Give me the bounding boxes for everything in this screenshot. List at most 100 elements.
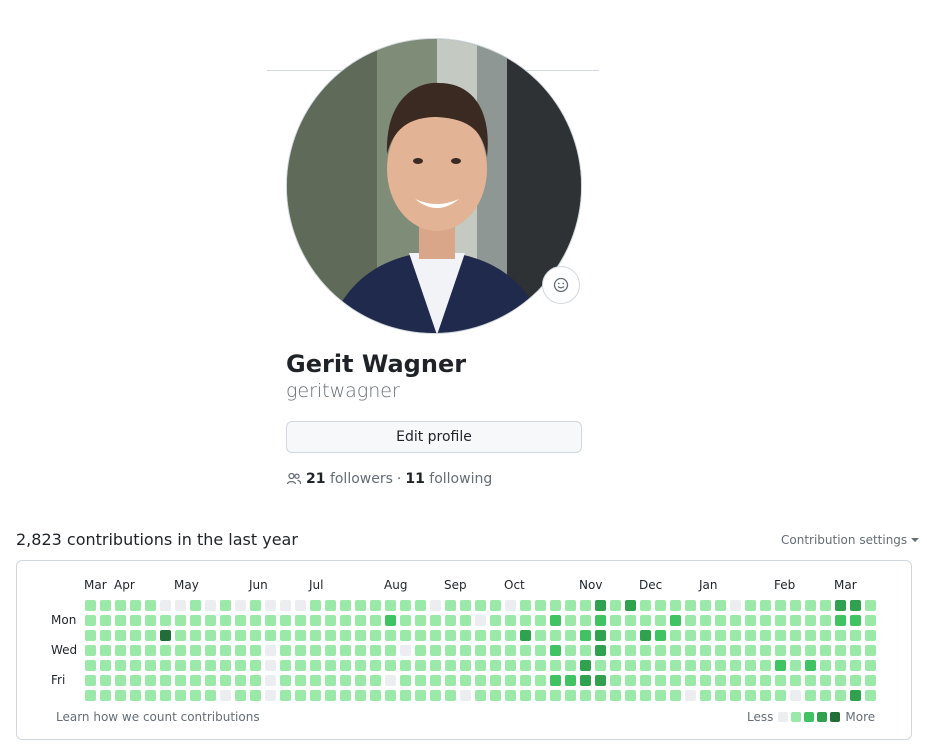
contribution-day[interactable] bbox=[475, 675, 486, 686]
contribution-day[interactable] bbox=[430, 690, 441, 701]
contribution-day[interactable] bbox=[280, 660, 291, 671]
contribution-day[interactable] bbox=[655, 615, 666, 626]
contribution-day[interactable] bbox=[160, 615, 171, 626]
contribution-day[interactable] bbox=[355, 630, 366, 641]
contribution-day[interactable] bbox=[640, 660, 651, 671]
contribution-day[interactable] bbox=[340, 645, 351, 656]
contribution-day[interactable] bbox=[430, 645, 441, 656]
contribution-day[interactable] bbox=[580, 645, 591, 656]
contribution-day[interactable] bbox=[745, 675, 756, 686]
contribution-day[interactable] bbox=[760, 645, 771, 656]
contribution-day[interactable] bbox=[235, 675, 246, 686]
contribution-day[interactable] bbox=[190, 675, 201, 686]
contribution-day[interactable] bbox=[145, 645, 156, 656]
contribution-day[interactable] bbox=[130, 600, 141, 611]
contribution-day[interactable] bbox=[385, 690, 396, 701]
contribution-day[interactable] bbox=[520, 690, 531, 701]
contribution-day[interactable] bbox=[625, 660, 636, 671]
contribution-day[interactable] bbox=[715, 615, 726, 626]
contribution-day[interactable] bbox=[310, 690, 321, 701]
contribution-day[interactable] bbox=[565, 660, 576, 671]
contribution-day[interactable] bbox=[445, 600, 456, 611]
contribution-day[interactable] bbox=[370, 630, 381, 641]
contribution-day[interactable] bbox=[430, 660, 441, 671]
contribution-day[interactable] bbox=[805, 615, 816, 626]
contribution-day[interactable] bbox=[145, 675, 156, 686]
contribution-day[interactable] bbox=[670, 645, 681, 656]
contribution-day[interactable] bbox=[535, 615, 546, 626]
contribution-day[interactable] bbox=[100, 600, 111, 611]
contribution-day[interactable] bbox=[130, 630, 141, 641]
contribution-day[interactable] bbox=[460, 615, 471, 626]
contribution-day[interactable] bbox=[565, 600, 576, 611]
contribution-day[interactable] bbox=[505, 690, 516, 701]
contribution-day[interactable] bbox=[100, 615, 111, 626]
contribution-day[interactable] bbox=[385, 615, 396, 626]
contribution-day[interactable] bbox=[715, 645, 726, 656]
contribution-day[interactable] bbox=[460, 675, 471, 686]
contribution-day[interactable] bbox=[175, 630, 186, 641]
contribution-day[interactable] bbox=[145, 615, 156, 626]
contribution-day[interactable] bbox=[595, 615, 606, 626]
contribution-day[interactable] bbox=[340, 660, 351, 671]
contribution-day[interactable] bbox=[775, 690, 786, 701]
contribution-day[interactable] bbox=[250, 675, 261, 686]
contribution-day[interactable] bbox=[325, 600, 336, 611]
contribution-day[interactable] bbox=[340, 690, 351, 701]
contribution-day[interactable] bbox=[520, 645, 531, 656]
edit-profile-button[interactable]: Edit profile bbox=[286, 421, 582, 453]
contribution-day[interactable] bbox=[310, 675, 321, 686]
contribution-day[interactable] bbox=[520, 675, 531, 686]
contribution-day[interactable] bbox=[175, 615, 186, 626]
contribution-day[interactable] bbox=[430, 615, 441, 626]
contribution-day[interactable] bbox=[370, 645, 381, 656]
contribution-day[interactable] bbox=[85, 615, 96, 626]
contribution-day[interactable] bbox=[805, 645, 816, 656]
contribution-day[interactable] bbox=[205, 600, 216, 611]
contribution-day[interactable] bbox=[265, 690, 276, 701]
contribution-day[interactable] bbox=[355, 660, 366, 671]
contribution-day[interactable] bbox=[835, 630, 846, 641]
contribution-day[interactable] bbox=[295, 690, 306, 701]
contribution-day[interactable] bbox=[235, 630, 246, 641]
contribution-day[interactable] bbox=[745, 660, 756, 671]
contribution-day[interactable] bbox=[130, 660, 141, 671]
contribution-day[interactable] bbox=[580, 675, 591, 686]
contribution-day[interactable] bbox=[295, 630, 306, 641]
contribution-day[interactable] bbox=[535, 630, 546, 641]
contribution-day[interactable] bbox=[265, 660, 276, 671]
contribution-day[interactable] bbox=[490, 600, 501, 611]
contribution-day[interactable] bbox=[220, 615, 231, 626]
contribution-day[interactable] bbox=[820, 660, 831, 671]
contribution-day[interactable] bbox=[685, 690, 696, 701]
contribution-day[interactable] bbox=[730, 630, 741, 641]
contribution-day[interactable] bbox=[370, 615, 381, 626]
contribution-day[interactable] bbox=[685, 615, 696, 626]
contribution-day[interactable] bbox=[820, 600, 831, 611]
contribution-day[interactable] bbox=[850, 660, 861, 671]
contribution-day[interactable] bbox=[595, 645, 606, 656]
contribution-day[interactable] bbox=[700, 675, 711, 686]
contribution-day[interactable] bbox=[370, 675, 381, 686]
contribution-day[interactable] bbox=[610, 600, 621, 611]
contribution-day[interactable] bbox=[130, 615, 141, 626]
contribution-day[interactable] bbox=[670, 615, 681, 626]
contribution-day[interactable] bbox=[505, 645, 516, 656]
contribution-day[interactable] bbox=[535, 600, 546, 611]
contribution-day[interactable] bbox=[340, 630, 351, 641]
contribution-day[interactable] bbox=[400, 600, 411, 611]
contribution-day[interactable] bbox=[445, 615, 456, 626]
contribution-day[interactable] bbox=[235, 690, 246, 701]
contribution-day[interactable] bbox=[865, 675, 876, 686]
contribution-day[interactable] bbox=[790, 660, 801, 671]
contribution-day[interactable] bbox=[475, 645, 486, 656]
contribution-day[interactable] bbox=[790, 630, 801, 641]
contribution-day[interactable] bbox=[655, 630, 666, 641]
contribution-day[interactable] bbox=[595, 690, 606, 701]
contribution-day[interactable] bbox=[700, 600, 711, 611]
contribution-day[interactable] bbox=[625, 675, 636, 686]
contribution-day[interactable] bbox=[175, 645, 186, 656]
contribution-day[interactable] bbox=[85, 660, 96, 671]
contribution-day[interactable] bbox=[310, 630, 321, 641]
contribution-day[interactable] bbox=[745, 630, 756, 641]
